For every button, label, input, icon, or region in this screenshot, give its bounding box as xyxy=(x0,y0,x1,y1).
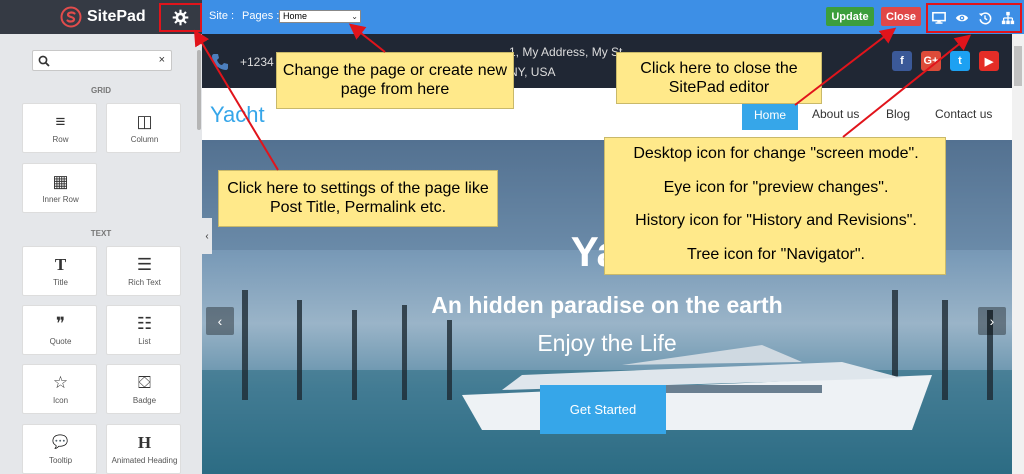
slider-prev-button[interactable]: ‹ xyxy=(206,307,234,335)
view-tools-group xyxy=(926,3,1022,33)
quote-icon: ❞ xyxy=(55,314,66,333)
widget-badge[interactable]: ⛋ Badge xyxy=(106,364,181,414)
sidebar-scroll-thumb[interactable] xyxy=(197,50,201,130)
widget-label: Animated Heading xyxy=(111,456,178,465)
callout-line-history: History icon for "History and Revisions"… xyxy=(635,212,917,229)
youtube-icon[interactable]: ▶ xyxy=(979,51,999,71)
callout-close: Click here to close the SitePad editor xyxy=(616,52,822,104)
widget-label: Rich Text xyxy=(128,278,161,287)
google-plus-icon[interactable]: G+ xyxy=(921,51,941,71)
callout-line-eye: Eye icon for "preview changes". xyxy=(663,179,889,196)
widget-list[interactable]: ☷ List xyxy=(106,305,181,355)
section-label-text: TEXT xyxy=(90,229,112,238)
page-select[interactable]: Home ⌄ xyxy=(279,10,361,23)
column-icon: ◫ xyxy=(136,112,153,131)
page-select-value: Home xyxy=(283,11,308,21)
widget-inner-row[interactable]: ▦ Inner Row xyxy=(22,163,97,213)
sitepad-editor: SitePad Site : Pages : Home ⌄ Update Clo… xyxy=(0,0,1024,474)
widget-rich-text[interactable]: ☰ Rich Text xyxy=(106,246,181,296)
clear-search-icon[interactable]: × xyxy=(159,54,165,66)
list-icon: ☷ xyxy=(136,314,153,333)
preview-scroll-thumb[interactable] xyxy=(1014,46,1022,86)
widget-icon[interactable]: ☆ Icon xyxy=(22,364,97,414)
widget-sidebar: × GRID ≡ Row ◫ Column ▦ Inner Row TEXT T… xyxy=(0,34,202,474)
widget-label: Inner Row xyxy=(42,195,79,204)
pages-label: Pages : xyxy=(242,10,280,22)
nav-item-blog[interactable]: Blog xyxy=(886,107,910,121)
callout-view-icons: Desktop icon for change "screen mode". E… xyxy=(604,137,946,275)
desktop-icon[interactable] xyxy=(932,11,946,25)
callout-settings: Click here to settings of the page like … xyxy=(218,170,498,227)
widget-label: Title xyxy=(53,278,68,287)
sitepad-logo-icon xyxy=(60,6,82,28)
close-button[interactable]: Close xyxy=(881,7,921,26)
gear-icon xyxy=(172,9,189,26)
chevron-down-icon: ⌄ xyxy=(351,12,358,21)
slider-next-button[interactable]: › xyxy=(978,307,1006,335)
address-line-2: NY, USA xyxy=(509,65,556,79)
callout-line-desktop: Desktop icon for change "screen mode". xyxy=(633,145,919,162)
widget-label: Column xyxy=(130,135,159,144)
widget-label: Icon xyxy=(52,396,69,405)
widget-label: Quote xyxy=(49,337,72,346)
star-icon: ☆ xyxy=(52,373,69,392)
nav-item-contact[interactable]: Contact us xyxy=(935,107,992,121)
twitter-icon[interactable]: t xyxy=(950,51,970,71)
widget-search-input[interactable]: × xyxy=(32,50,172,71)
widget-label: Badge xyxy=(132,396,157,405)
heading-icon: H xyxy=(137,433,152,452)
widget-label: List xyxy=(138,337,151,346)
site-logo[interactable]: Yacht xyxy=(210,102,265,128)
history-icon[interactable] xyxy=(978,11,992,25)
badge-icon: ⛋ xyxy=(138,373,151,392)
address-line-1: 1, My Address, My St xyxy=(509,45,623,59)
facebook-icon[interactable]: f xyxy=(892,51,912,71)
brand-area: SitePad xyxy=(0,0,202,34)
phone-icon xyxy=(212,54,228,70)
eye-icon[interactable] xyxy=(955,11,969,25)
phone-number: +1234 xyxy=(240,55,274,69)
rich-text-icon: ☰ xyxy=(136,255,153,274)
nav-item-about[interactable]: About us xyxy=(812,107,859,121)
widget-label: Tooltip xyxy=(48,456,73,465)
title-icon: T xyxy=(54,255,67,274)
row-icon: ≡ xyxy=(55,112,66,131)
tree-icon[interactable] xyxy=(1001,11,1015,25)
widget-column[interactable]: ◫ Column xyxy=(106,103,181,153)
section-label-grid: GRID xyxy=(91,86,111,95)
widget-title[interactable]: T Title xyxy=(22,246,97,296)
app-name: SitePad xyxy=(87,8,146,25)
widget-animated-heading[interactable]: H Animated Heading xyxy=(106,424,181,474)
site-label: Site : xyxy=(209,10,235,22)
hero-tagline: Enjoy the Life xyxy=(537,330,677,356)
get-started-button[interactable]: Get Started xyxy=(540,385,666,434)
widget-row[interactable]: ≡ Row xyxy=(22,103,97,153)
widget-tooltip[interactable]: 💬 Tooltip xyxy=(22,424,97,474)
hero-subtitle: An hidden paradise on the earth xyxy=(431,292,783,318)
page-settings-button[interactable] xyxy=(159,3,202,32)
collapse-sidebar-button[interactable]: ‹ xyxy=(202,218,212,254)
widget-quote[interactable]: ❞ Quote xyxy=(22,305,97,355)
callout-line-tree: Tree icon for "Navigator". xyxy=(687,246,865,263)
search-icon xyxy=(38,55,50,67)
tooltip-icon: 💬 xyxy=(52,434,69,449)
widget-label: Row xyxy=(52,135,69,144)
inner-row-icon: ▦ xyxy=(52,172,69,191)
callout-pages: Change the page or create new page from … xyxy=(276,52,514,109)
update-button[interactable]: Update xyxy=(826,7,874,26)
preview-scrollbar[interactable] xyxy=(1012,34,1024,474)
